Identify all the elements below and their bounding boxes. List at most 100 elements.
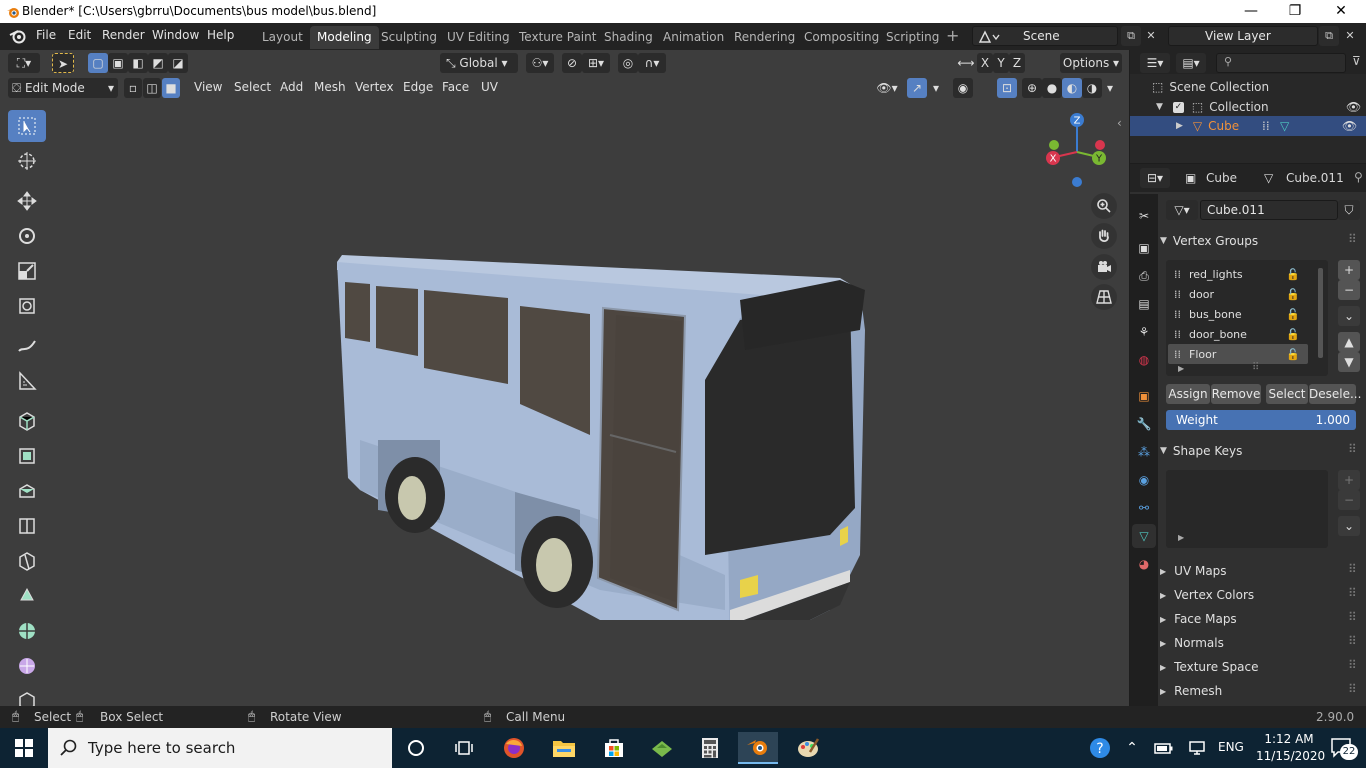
expand-arrow-icon[interactable]: ▶	[1176, 121, 1183, 131]
face-select-icon[interactable]: ■	[162, 78, 180, 98]
blender-taskbar-icon[interactable]	[738, 732, 778, 764]
list-scrollbar[interactable]	[1318, 268, 1323, 358]
shape-keys-header[interactable]: ▼ Shape Keys	[1160, 440, 1242, 462]
vertex-group-item[interactable]: ⁞⁞ door_bone 🔓	[1168, 324, 1308, 344]
new-scene-icon[interactable]: ⧉	[1121, 26, 1141, 46]
close-window-button[interactable]: ✕	[1318, 0, 1364, 23]
snap-target-icon[interactable]: ⊞▾	[582, 53, 610, 73]
drag-handle-icon[interactable]: ⠿	[1348, 610, 1357, 624]
paint-app-icon[interactable]	[788, 732, 828, 764]
outliner-object-cube[interactable]: ▶ ▽ Cube ⁞⁞ ▽ 👁	[1130, 116, 1366, 136]
vertex-colors-panel[interactable]: ▶ Vertex Colors	[1160, 584, 1254, 606]
move-tool-icon[interactable]	[8, 185, 46, 217]
sidebar-toggle-icon[interactable]: ‹	[1117, 116, 1122, 130]
tab-scripting[interactable]: Scripting	[879, 26, 946, 49]
select-tool-icon[interactable]	[8, 110, 46, 142]
3d-viewport[interactable]: ⛶▾ ➤ ▢ ▣ ◧ ◩ ◪ ⤡ Global ▾ ⚇▾ ⊘ ⊞▾ ◎ ∩▾ ⟷…	[0, 50, 1129, 706]
material-tab-icon[interactable]: ◕	[1132, 552, 1156, 576]
add-workspace-button[interactable]: +	[946, 26, 959, 45]
drag-handle-icon[interactable]: ⠿	[1348, 562, 1357, 576]
drag-handle-icon[interactable]: ⠿	[1348, 634, 1357, 648]
help-icon[interactable]: ?	[1082, 732, 1118, 764]
remove-shape-key-button[interactable]: −	[1338, 490, 1360, 510]
visibility-eye-icon[interactable]: 👁	[1342, 119, 1357, 133]
lock-icon[interactable]: 🔓	[1286, 328, 1300, 341]
input-language[interactable]: ENG	[1218, 740, 1244, 754]
menu-render[interactable]: Render	[102, 28, 145, 42]
shape-key-specials-chevron-down-icon[interactable]: ⌄	[1338, 516, 1360, 536]
normals-panel[interactable]: ▶ Normals	[1160, 632, 1224, 654]
smooth-tool-icon[interactable]	[8, 650, 46, 682]
remesh-panel[interactable]: ▶ Remesh	[1160, 680, 1222, 702]
visibility-eye-icon[interactable]: 👁	[1346, 100, 1361, 114]
xray-toggle-icon[interactable]: ⊡	[997, 78, 1017, 98]
collection-row[interactable]: ▼ ✓ ⬚ Collection 👁	[1156, 98, 1366, 116]
deselect-button[interactable]: Desele...	[1309, 384, 1361, 404]
mirror-icon[interactable]: ⟷	[956, 53, 976, 73]
vertex-group-item[interactable]: ⁞⁞ red_lights 🔓	[1168, 264, 1308, 284]
weight-slider[interactable]: Weight 1.000	[1166, 410, 1356, 430]
menu-help[interactable]: Help	[207, 28, 234, 42]
vertex-group-item[interactable]: ⁞⁞ door 🔓	[1168, 284, 1308, 304]
axis-y-toggle[interactable]: Y	[993, 53, 1009, 73]
filter-options-icon[interactable]: ▶	[1178, 533, 1184, 542]
clock[interactable]: 1:12 AM 11/15/2020	[1256, 731, 1325, 765]
tab-layout[interactable]: Layout	[255, 26, 310, 49]
tab-compositing[interactable]: Compositing	[797, 26, 886, 49]
spin-tool-icon[interactable]	[8, 615, 46, 647]
chevron-down-icon[interactable]: ▾	[1102, 78, 1118, 98]
tool-tab-icon[interactable]: ✂	[1132, 204, 1156, 228]
calculator-icon[interactable]	[690, 732, 730, 764]
viewport-menu-view[interactable]: View	[194, 80, 222, 94]
drag-handle-icon[interactable]: ⠿	[1348, 682, 1357, 696]
constraints-tab-icon[interactable]: ⚯	[1132, 496, 1156, 520]
viewport-menu-mesh[interactable]: Mesh	[314, 80, 346, 94]
minimize-button[interactable]: —	[1228, 0, 1274, 23]
new-view-layer-icon[interactable]: ⧉	[1319, 26, 1339, 46]
tab-shading[interactable]: Shading	[597, 26, 660, 49]
overlays-icon[interactable]: ◉	[953, 78, 973, 98]
delete-view-layer-icon[interactable]: ✕	[1340, 26, 1360, 46]
mode-new-icon[interactable]: ▢	[88, 53, 108, 73]
menu-window[interactable]: Window	[152, 28, 199, 42]
options-dropdown[interactable]: Options ▾	[1060, 53, 1122, 73]
mesh-data-tab-icon[interactable]: ▽	[1132, 524, 1156, 548]
move-up-icon[interactable]: ▲	[1338, 332, 1360, 352]
tab-animation[interactable]: Animation	[656, 26, 731, 49]
view-layer-selector[interactable]: View Layer	[1168, 26, 1318, 46]
chevron-up-icon[interactable]: ⌃	[1118, 732, 1146, 764]
menu-edit[interactable]: Edit	[68, 28, 91, 42]
render-tab-icon[interactable]: ▣	[1132, 236, 1156, 260]
taskbar-search-box[interactable]: Type here to search	[48, 728, 392, 768]
wireframe-shading-icon[interactable]: ⊕	[1022, 78, 1042, 98]
drag-handle-icon[interactable]: ⠿	[1348, 658, 1357, 672]
rotate-tool-icon[interactable]	[8, 220, 46, 252]
uv-maps-panel[interactable]: ▶ UV Maps	[1160, 560, 1227, 582]
resize-handle-icon[interactable]: ⠿	[1252, 362, 1259, 373]
lock-icon[interactable]: 🔓	[1286, 268, 1300, 281]
select-button[interactable]: Select	[1266, 384, 1308, 404]
shape-keys-list[interactable]	[1166, 470, 1328, 548]
mode-invert-icon[interactable]: ◪	[168, 53, 188, 73]
tab-rendering[interactable]: Rendering	[727, 26, 802, 49]
rendered-shading-icon[interactable]: ◑	[1082, 78, 1102, 98]
transform-orientation-dropdown[interactable]: ⤡ Global ▾	[440, 53, 518, 73]
cortana-icon[interactable]	[396, 732, 436, 764]
object-tab-icon[interactable]: ▣	[1132, 384, 1156, 408]
pin-icon[interactable]: ⚲	[1354, 170, 1363, 184]
lock-icon[interactable]: 🔓	[1286, 308, 1300, 321]
camera-view-icon[interactable]	[1091, 254, 1117, 280]
cursor-tool-icon[interactable]	[8, 145, 46, 177]
viewport-menu-edge[interactable]: Edge	[403, 80, 433, 94]
pan-hand-icon[interactable]	[1091, 223, 1117, 249]
battery-icon[interactable]	[1146, 732, 1182, 764]
transform-tool-icon[interactable]	[8, 290, 46, 322]
shear-tool-icon[interactable]	[8, 685, 46, 706]
face-maps-panel[interactable]: ▶ Face Maps	[1160, 608, 1237, 630]
knife-tool-icon[interactable]	[8, 545, 46, 577]
modifier-tab-icon[interactable]: 🔧	[1132, 412, 1156, 436]
axis-x-toggle[interactable]: X	[977, 53, 993, 73]
outliner-search-input[interactable]	[1216, 53, 1346, 73]
particles-tab-icon[interactable]: ⁂	[1132, 440, 1156, 464]
remove-vertex-group-button[interactable]: −	[1338, 280, 1360, 300]
